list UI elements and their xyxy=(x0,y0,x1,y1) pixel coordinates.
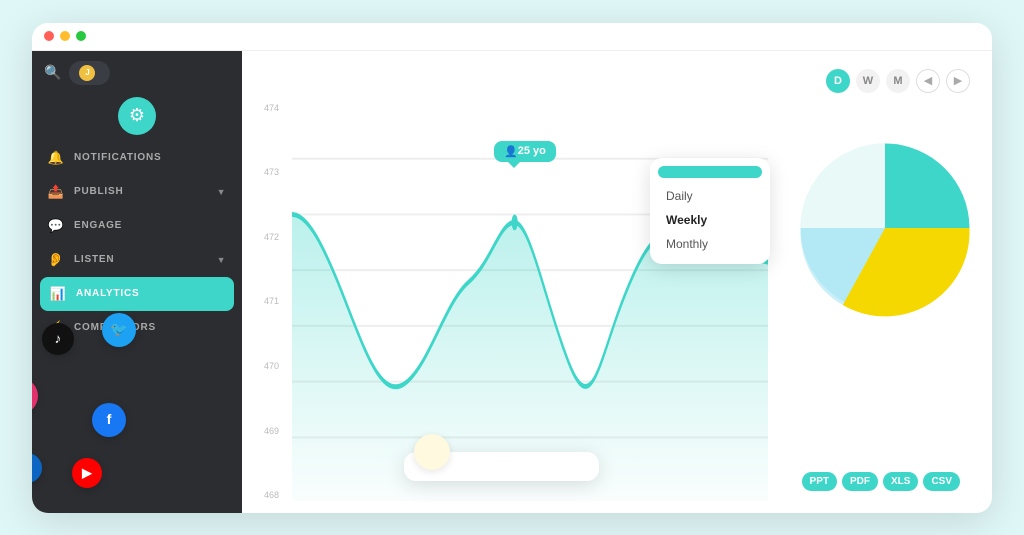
period-toggle: DWM◀▶ xyxy=(826,69,970,93)
export-btn-csv[interactable]: CSV xyxy=(923,472,960,491)
engagement-icon xyxy=(414,434,450,470)
sidebar: 🔍 J ⚙ 🔔 NOTIFICATIONS 📤 PUBLISH ▼ 💬 ENGA… xyxy=(32,51,242,513)
minimize-dot[interactable] xyxy=(60,31,70,41)
sidebar-item-notifications[interactable]: 🔔 NOTIFICATIONS xyxy=(32,141,242,175)
logo-icon: ⚙ xyxy=(129,105,145,126)
search-icon[interactable]: 🔍 xyxy=(44,64,61,81)
pie-chart xyxy=(790,133,980,323)
nav-label: COMPETITORS xyxy=(74,322,156,333)
y-label: 470 xyxy=(264,361,279,371)
tooltip-icon: 👤 xyxy=(504,145,518,158)
y-axis: 474 473 472 471 470 469 468 xyxy=(264,103,279,501)
sidebar-top: 🔍 J xyxy=(32,51,242,91)
avatar: J xyxy=(79,65,95,81)
engage-icon: 💬 xyxy=(48,218,64,234)
period-card: DailyWeeklyMonthly xyxy=(650,158,770,264)
main-content: DWM◀▶ 474 473 472 471 470 469 468 xyxy=(242,51,992,513)
y-label: 468 xyxy=(264,490,279,500)
nav-label: PUBLISH xyxy=(74,186,124,197)
period-btn-d[interactable]: D xyxy=(826,69,850,93)
sidebar-logo: ⚙ xyxy=(118,97,156,135)
fullscreen-dot[interactable] xyxy=(76,31,86,41)
nav-label: LISTEN xyxy=(74,254,114,265)
export-btn-xls[interactable]: XLS xyxy=(883,472,918,491)
y-label: 474 xyxy=(264,103,279,113)
period-option-monthly[interactable]: Monthly xyxy=(650,232,770,256)
nav-label: ENGAGE xyxy=(74,220,122,231)
notifications-icon: 🔔 xyxy=(48,150,64,166)
y-label: 472 xyxy=(264,232,279,242)
competitors-icon: ⚡ xyxy=(48,320,64,336)
period-card-icon xyxy=(658,166,762,178)
app-window: 🔍 J ⚙ 🔔 NOTIFICATIONS 📤 PUBLISH ▼ 💬 ENGA… xyxy=(32,23,992,513)
nav-label: ANALYTICS xyxy=(76,288,140,299)
prev-arrow[interactable]: ◀ xyxy=(916,69,940,93)
main-layout: 🔍 J ⚙ 🔔 NOTIFICATIONS 📤 PUBLISH ▼ 💬 ENGA… xyxy=(32,51,992,513)
y-label: 473 xyxy=(264,167,279,177)
sidebar-item-competitors[interactable]: ⚡ COMPETITORS xyxy=(32,311,242,345)
listen-icon: 👂 xyxy=(48,252,64,268)
period-btn-w[interactable]: W xyxy=(856,69,880,93)
sidebar-item-analytics[interactable]: 📊 ANALYTICS xyxy=(40,277,234,311)
nav-label: NOTIFICATIONS xyxy=(74,152,161,163)
engagement-card xyxy=(404,452,599,481)
close-dot[interactable] xyxy=(44,31,54,41)
content-header: DWM◀▶ xyxy=(264,69,970,93)
publish-icon: 📤 xyxy=(48,184,64,200)
export-buttons: PPT PDF XLS CSV xyxy=(802,472,960,491)
tooltip-label: 25 yo xyxy=(518,145,546,157)
period-option-weekly[interactable]: Weekly xyxy=(650,208,770,232)
analytics-icon: 📊 xyxy=(50,286,66,302)
y-label: 471 xyxy=(264,296,279,306)
sidebar-item-listen[interactable]: 👂 LISTEN ▼ xyxy=(32,243,242,277)
sidebar-item-publish[interactable]: 📤 PUBLISH ▼ xyxy=(32,175,242,209)
export-btn-pdf[interactable]: PDF xyxy=(842,472,878,491)
y-label: 469 xyxy=(264,426,279,436)
period-option-daily[interactable]: Daily xyxy=(650,184,770,208)
sidebar-item-engage[interactable]: 💬 ENGAGE xyxy=(32,209,242,243)
next-arrow[interactable]: ▶ xyxy=(946,69,970,93)
user-badge: J xyxy=(69,61,110,85)
period-btn-m[interactable]: M xyxy=(886,69,910,93)
chart-tooltip: 👤 25 yo xyxy=(494,141,556,162)
titlebar xyxy=(32,23,992,51)
sidebar-nav: 🔔 NOTIFICATIONS 📤 PUBLISH ▼ 💬 ENGAGE 👂 L… xyxy=(32,139,242,513)
export-btn-ppt[interactable]: PPT xyxy=(802,472,837,491)
chart-area: 474 473 472 471 470 469 468 xyxy=(264,103,970,501)
chevron-icon: ▼ xyxy=(217,255,226,265)
chevron-icon: ▼ xyxy=(217,187,226,197)
